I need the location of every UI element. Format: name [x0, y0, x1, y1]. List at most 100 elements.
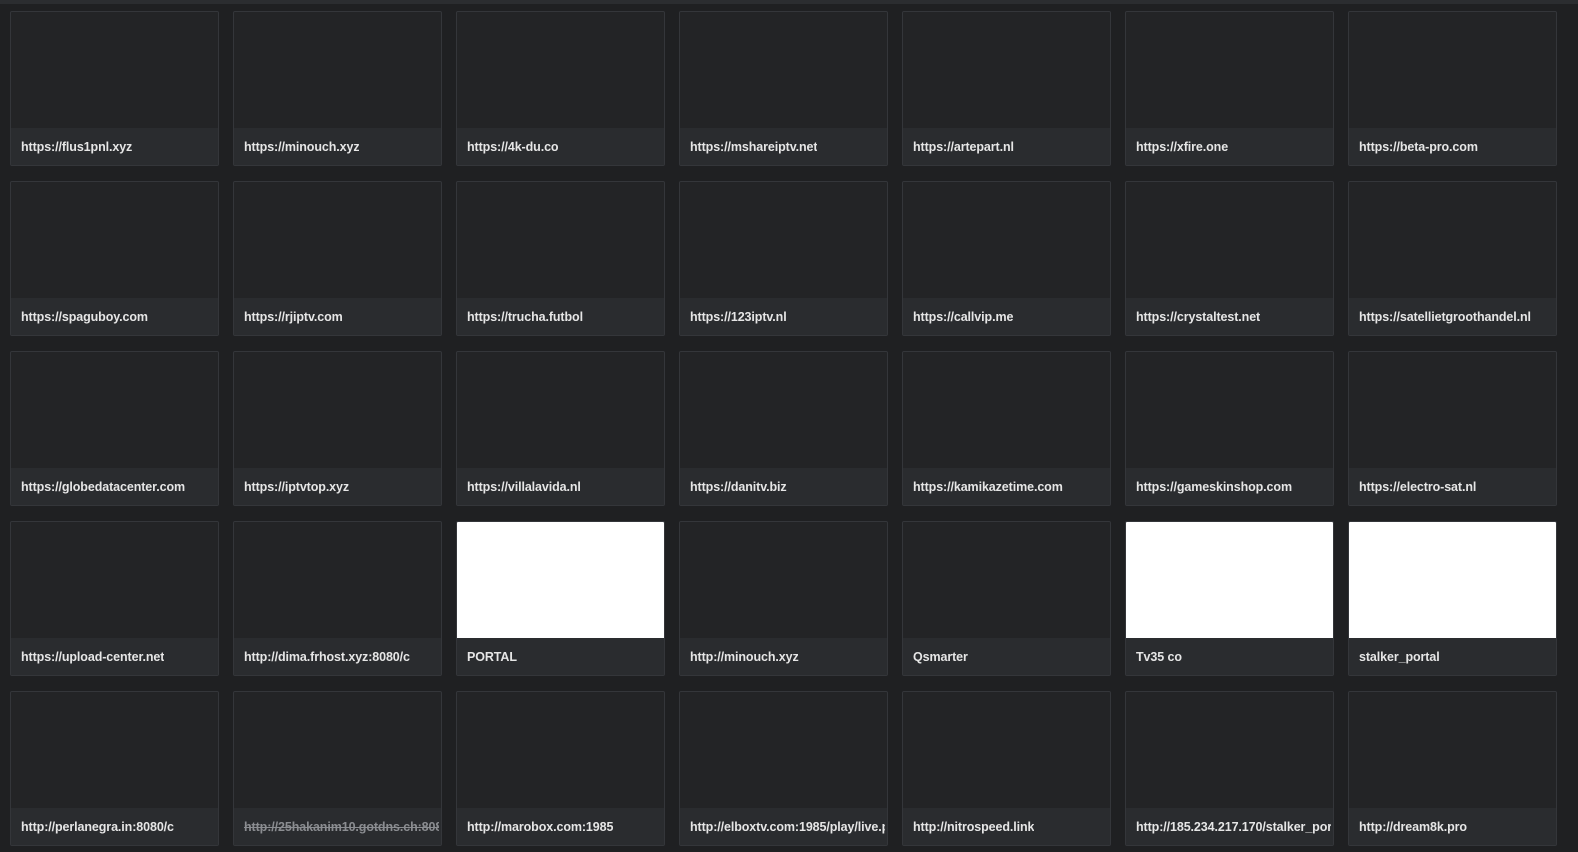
portal-tile[interactable]: http://minouch.xyz	[679, 521, 888, 676]
portal-tile[interactable]: https://minouch.xyz	[233, 11, 442, 166]
portal-tile[interactable]: https://trucha.futbol	[456, 181, 665, 336]
tile-caption: PORTAL	[457, 638, 664, 675]
tile-label: http://nitrospeed.link	[913, 819, 1035, 834]
tile-label: https://minouch.xyz	[244, 139, 360, 154]
portal-tile[interactable]: https://kamikazetime.com	[902, 351, 1111, 506]
tile-thumbnail	[1126, 692, 1333, 808]
portal-tile[interactable]: Tv35 co	[1125, 521, 1334, 676]
tile-label: https://flus1pnl.xyz	[21, 139, 133, 154]
portal-tile[interactable]: https://iptvtop.xyz	[233, 351, 442, 506]
tile-label: http://marobox.com:1985	[467, 819, 614, 834]
tile-caption: https://mshareiptv.net	[680, 128, 887, 165]
tile-thumbnail	[457, 12, 664, 128]
tile-label: https://spaguboy.com	[21, 309, 148, 324]
tile-caption: http://minouch.xyz	[680, 638, 887, 675]
tile-thumbnail	[680, 692, 887, 808]
portal-tile[interactable]: https://electro-sat.nl	[1348, 351, 1557, 506]
portal-tile[interactable]: https://mshareiptv.net	[679, 11, 888, 166]
tile-label: https://kamikazetime.com	[913, 479, 1063, 494]
tile-caption: https://artepart.nl	[903, 128, 1110, 165]
tile-thumbnail	[903, 182, 1110, 298]
tile-label: https://villalavida.nl	[467, 479, 581, 494]
tile-thumbnail	[1126, 522, 1333, 638]
portal-tile[interactable]: https://4k-du.co	[456, 11, 665, 166]
portal-tile[interactable]: https://beta-pro.com	[1348, 11, 1557, 166]
tile-caption: https://xfire.one	[1126, 128, 1333, 165]
tile-thumbnail	[11, 352, 218, 468]
portal-tile[interactable]: https://crystaltest.net	[1125, 181, 1334, 336]
portal-tile[interactable]: https://spaguboy.com	[10, 181, 219, 336]
portal-tile[interactable]: https://xfire.one	[1125, 11, 1334, 166]
tile-label: http://minouch.xyz	[690, 649, 799, 664]
portal-tile[interactable]: https://danitv.biz	[679, 351, 888, 506]
portal-tile[interactable]: Qsmarter	[902, 521, 1111, 676]
portal-tile[interactable]: http://185.234.217.170/stalker_portal	[1125, 691, 1334, 846]
portal-tile[interactable]: https://villalavida.nl	[456, 351, 665, 506]
tile-label: https://iptvtop.xyz	[244, 479, 350, 494]
tile-label: Qsmarter	[913, 649, 968, 664]
portal-tile[interactable]: http://marobox.com:1985	[456, 691, 665, 846]
tile-label: https://crystaltest.net	[1136, 309, 1261, 324]
top-bar	[0, 0, 1578, 4]
tile-thumbnail	[1349, 352, 1556, 468]
tile-caption: https://iptvtop.xyz	[234, 468, 441, 505]
tile-caption: https://beta-pro.com	[1349, 128, 1556, 165]
portal-tile[interactable]: https://callvip.me	[902, 181, 1111, 336]
tile-caption: https://kamikazetime.com	[903, 468, 1110, 505]
portal-tile[interactable]: https://globedatacenter.com	[10, 351, 219, 506]
tile-label: https://artepart.nl	[913, 139, 1014, 154]
portal-tile[interactable]: https://artepart.nl	[902, 11, 1111, 166]
tile-label: http://dream8k.pro	[1359, 819, 1467, 834]
tile-thumbnail	[1126, 12, 1333, 128]
tile-caption: https://minouch.xyz	[234, 128, 441, 165]
tile-label: Tv35 co	[1136, 649, 1182, 664]
portal-tile[interactable]: http://25hakanim10.gotdns.ch:8080	[233, 691, 442, 846]
portal-tile[interactable]: stalker_portal	[1348, 521, 1557, 676]
tile-thumbnail	[11, 12, 218, 128]
tile-caption: Qsmarter	[903, 638, 1110, 675]
portal-tile[interactable]: https://satellietgroothandel.nl	[1348, 181, 1557, 336]
tile-label: PORTAL	[467, 649, 517, 664]
tile-caption: https://spaguboy.com	[11, 298, 218, 335]
portal-tile[interactable]: https://123iptv.nl	[679, 181, 888, 336]
tile-label: https://4k-du.co	[467, 139, 559, 154]
portal-tile[interactable]: http://dream8k.pro	[1348, 691, 1557, 846]
tile-thumbnail	[1349, 182, 1556, 298]
tile-thumbnail	[1349, 522, 1556, 638]
portal-tile[interactable]: http://perlanegra.in:8080/c	[10, 691, 219, 846]
portal-tile[interactable]: https://gameskinshop.com	[1125, 351, 1334, 506]
tile-label: https://gameskinshop.com	[1136, 479, 1292, 494]
tile-thumbnail	[680, 182, 887, 298]
tile-thumbnail	[903, 12, 1110, 128]
tile-label: http://185.234.217.170/stalker_portal	[1136, 819, 1331, 834]
tile-caption: stalker_portal	[1349, 638, 1556, 675]
tile-label: https://mshareiptv.net	[690, 139, 818, 154]
portal-tile[interactable]: https://flus1pnl.xyz	[10, 11, 219, 166]
tile-thumbnail	[1126, 352, 1333, 468]
tile-caption: http://dream8k.pro	[1349, 808, 1556, 845]
tile-label: https://rjiptv.com	[244, 309, 343, 324]
tile-thumbnail	[11, 182, 218, 298]
tile-label: https://upload-center.net	[21, 649, 165, 664]
portal-tile[interactable]: https://rjiptv.com	[233, 181, 442, 336]
tile-label: https://globedatacenter.com	[21, 479, 185, 494]
portal-tile[interactable]: PORTAL	[456, 521, 665, 676]
portal-tile[interactable]: http://nitrospeed.link	[902, 691, 1111, 846]
portal-tile[interactable]: http://dima.frhost.xyz:8080/c	[233, 521, 442, 676]
tile-label: https://xfire.one	[1136, 139, 1229, 154]
tile-label: http://25hakanim10.gotdns.ch:8080	[244, 819, 439, 834]
tile-caption: https://123iptv.nl	[680, 298, 887, 335]
tile-caption: https://rjiptv.com	[234, 298, 441, 335]
portal-tile[interactable]: http://elboxtv.com:1985/play/live.php	[679, 691, 888, 846]
portal-tile[interactable]: https://upload-center.net	[10, 521, 219, 676]
tile-caption: https://satellietgroothandel.nl	[1349, 298, 1556, 335]
tile-thumbnail	[1349, 692, 1556, 808]
tile-caption: https://electro-sat.nl	[1349, 468, 1556, 505]
tile-caption: https://gameskinshop.com	[1126, 468, 1333, 505]
tile-label: https://trucha.futbol	[467, 309, 583, 324]
tile-caption: https://danitv.biz	[680, 468, 887, 505]
tile-caption: https://callvip.me	[903, 298, 1110, 335]
tile-label: https://123iptv.nl	[690, 309, 787, 324]
tile-thumbnail	[11, 692, 218, 808]
tile-thumbnail	[680, 352, 887, 468]
